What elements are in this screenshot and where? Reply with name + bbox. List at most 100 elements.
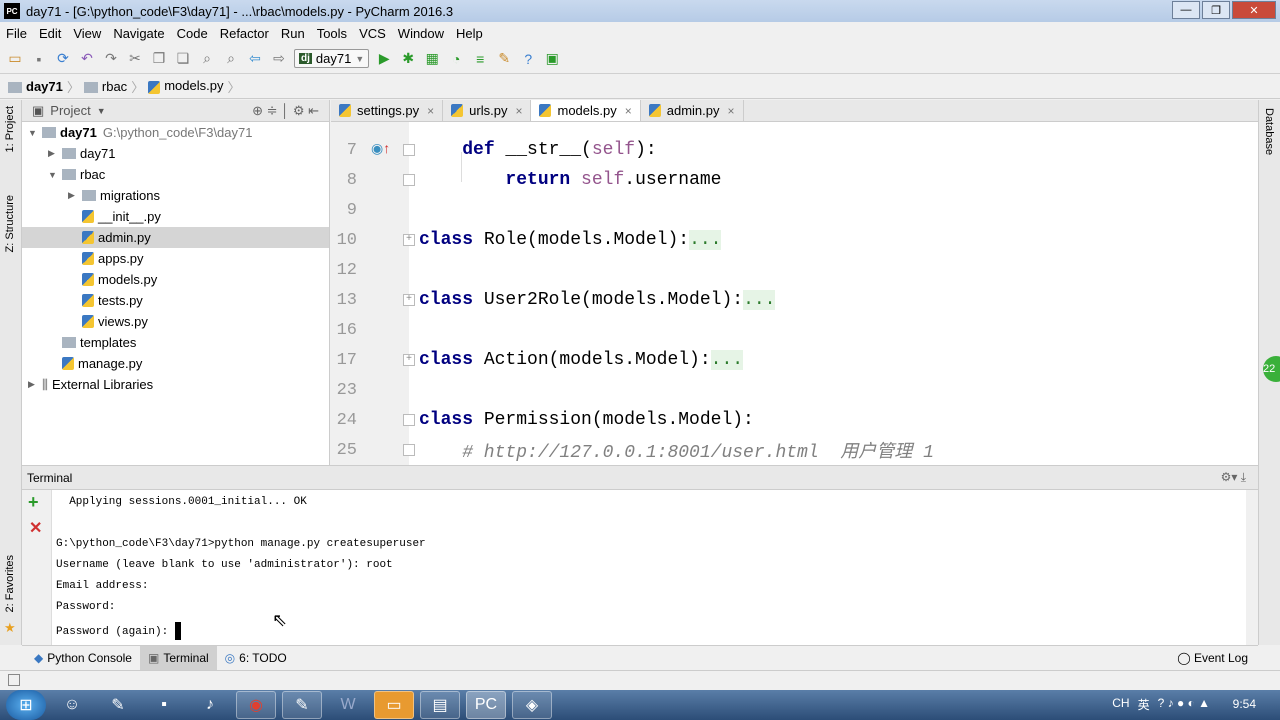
event-log-button[interactable]: ◯ Event Log (1177, 651, 1248, 665)
fold-toggle-icon[interactable]: + (403, 234, 415, 246)
taskbar-app-icon[interactable]: ☺ (52, 691, 92, 719)
input-lang[interactable]: CH (1112, 696, 1129, 713)
breadcrumb-item[interactable]: day71 (8, 79, 63, 94)
project-view-select[interactable]: Project (50, 103, 90, 118)
close-button[interactable]: ✕ (1232, 1, 1276, 19)
code-line[interactable]: 16 (331, 315, 1258, 345)
code-line[interactable]: 12 (331, 255, 1258, 285)
save-icon[interactable]: ▪ (30, 50, 48, 68)
tree-item[interactable]: models.py (22, 269, 329, 290)
open-folder-icon[interactable]: ▭ (6, 50, 24, 68)
taskbar-save-icon[interactable]: ▪ (144, 691, 184, 719)
taskbar-pycharm-icon[interactable]: PC (466, 691, 506, 719)
tree-item[interactable]: views.py (22, 311, 329, 332)
menu-help[interactable]: Help (450, 26, 489, 41)
taskbar-chrome-icon[interactable]: ◉ (236, 691, 276, 719)
taskbar-app-icon[interactable]: ♪ (190, 691, 230, 719)
maximize-button[interactable]: ❐ (1202, 1, 1230, 19)
paste-icon[interactable]: ❏ (174, 50, 192, 68)
tab-todo[interactable]: ◎ 6: TODO (217, 646, 295, 671)
fold-toggle-icon[interactable] (403, 174, 415, 186)
code-line[interactable]: 17 + class Action(models.Model):... (331, 345, 1258, 375)
code-line[interactable]: 24 class Permission(models.Model): (331, 405, 1258, 435)
new-session-icon[interactable]: + (28, 492, 39, 513)
tree-item[interactable]: ▼ rbac (22, 164, 329, 185)
tab-terminal[interactable]: ▣ Terminal (139, 645, 217, 671)
badge[interactable]: 22 (1263, 356, 1280, 382)
project-tool-button[interactable]: 1: Project (4, 106, 16, 152)
tree-item[interactable]: manage.py (22, 353, 329, 374)
tree-item[interactable]: templates (22, 332, 329, 353)
redo-icon[interactable]: ↷ (102, 50, 120, 68)
breadcrumb-item[interactable]: models.py (148, 78, 223, 94)
taskbar-notepad-icon[interactable]: ✎ (282, 691, 322, 719)
close-tab-icon[interactable]: × (427, 104, 434, 118)
tree-item[interactable]: ▶ day71 (22, 143, 329, 164)
code-line[interactable]: 25 # http://127.0.0.1:8001/user.html 用户管… (331, 435, 1258, 465)
tree-item[interactable]: ▼ day71 G:\python_code\F3\day71 (22, 122, 329, 143)
find-icon[interactable]: ⌕ (198, 50, 216, 68)
expand-arrow-icon[interactable]: ▼ (48, 170, 62, 180)
clock[interactable]: 9:54 (1233, 697, 1256, 711)
toggle-tool-windows-icon[interactable] (8, 674, 20, 686)
tree-item[interactable]: __init__.py (22, 206, 329, 227)
taskbar-explorer-icon[interactable]: ▤ (420, 691, 460, 719)
fold-toggle-icon[interactable] (403, 414, 415, 426)
settings-icon[interactable]: ✎ (495, 50, 513, 68)
run-icon[interactable]: ▶ (375, 50, 393, 68)
menu-refactor[interactable]: Refactor (214, 26, 275, 41)
tree-item[interactable]: ▶ migrations (22, 185, 329, 206)
taskbar-app-icon[interactable]: ✎ (98, 691, 138, 719)
code-line[interactable]: 13 + class User2Role(models.Model):... (331, 285, 1258, 315)
taskbar-app-icon[interactable]: ◈ (512, 691, 552, 719)
run-config-select[interactable]: dj day71 ▼ (294, 49, 370, 68)
debug-icon[interactable]: ✱ (399, 50, 417, 68)
start-button[interactable]: ⊞ (6, 690, 46, 720)
terminal-settings-icon[interactable]: ⚙▾ ⤓ (1221, 470, 1246, 485)
cut-icon[interactable]: ✂ (126, 50, 144, 68)
fold-toggle-icon[interactable] (403, 444, 415, 456)
menu-vcs[interactable]: VCS (353, 26, 392, 41)
taskbar-word-icon[interactable]: W (328, 691, 368, 719)
tab-settings[interactable]: settings.py × (331, 100, 444, 121)
tab-python-console[interactable]: ◆ Python Console (26, 646, 140, 671)
database-tool-button[interactable]: Database (1263, 108, 1275, 155)
concurrency-icon[interactable]: ≡ (471, 50, 489, 68)
fold-toggle-icon[interactable] (403, 144, 415, 156)
help-icon[interactable]: ? (519, 50, 537, 68)
breadcrumb-item[interactable]: rbac (83, 79, 127, 94)
close-tab-icon[interactable]: × (625, 104, 632, 118)
close-tab-icon[interactable]: × (728, 104, 735, 118)
undo-icon[interactable]: ↶ (78, 50, 96, 68)
menu-view[interactable]: View (67, 26, 107, 41)
code-line[interactable]: 7 def __str__(self): (331, 135, 1258, 165)
structure-tool-button[interactable]: Z: Structure (4, 195, 16, 252)
fold-toggle-icon[interactable]: + (403, 354, 415, 366)
menu-run[interactable]: Run (275, 26, 311, 41)
panel-actions[interactable]: ⊕ ≑ │ ⚙ ⇤ (252, 103, 319, 119)
ime-mode[interactable]: 英 (1138, 696, 1150, 713)
tree-item[interactable]: admin.py (22, 227, 329, 248)
forward-icon[interactable]: ⇨ (270, 50, 288, 68)
menu-edit[interactable]: Edit (33, 26, 67, 41)
sdk-icon[interactable]: ▣ (543, 50, 561, 68)
favorites-tool-button[interactable]: 2: Favorites (4, 555, 16, 612)
close-session-icon[interactable]: ✕ (29, 518, 42, 538)
code-editor[interactable]: ◉↑ 7 def __str__(self): 8 return self.use… (331, 122, 1258, 465)
code-line[interactable]: 10 + class Role(models.Model):... (331, 225, 1258, 255)
tab-admin[interactable]: admin.py × (641, 100, 744, 121)
sync-icon[interactable]: ⟳ (54, 50, 72, 68)
tree-item[interactable]: apps.py (22, 248, 329, 269)
menu-code[interactable]: Code (171, 26, 214, 41)
tree-item[interactable]: ▶ ⫼ External Libraries (22, 374, 329, 395)
code-line[interactable]: 23 (331, 375, 1258, 405)
menu-tools[interactable]: Tools (311, 26, 353, 41)
copy-icon[interactable]: ❐ (150, 50, 168, 68)
code-line[interactable]: 8 return self.username (331, 165, 1258, 195)
expand-arrow-icon[interactable]: ▼ (28, 128, 42, 138)
tab-models[interactable]: models.py × (531, 100, 641, 121)
menu-navigate[interactable]: Navigate (107, 26, 170, 41)
minimize-button[interactable]: — (1172, 1, 1200, 19)
replace-icon[interactable]: ⌕ (222, 50, 240, 68)
expand-arrow-icon[interactable]: ▶ (28, 379, 42, 390)
